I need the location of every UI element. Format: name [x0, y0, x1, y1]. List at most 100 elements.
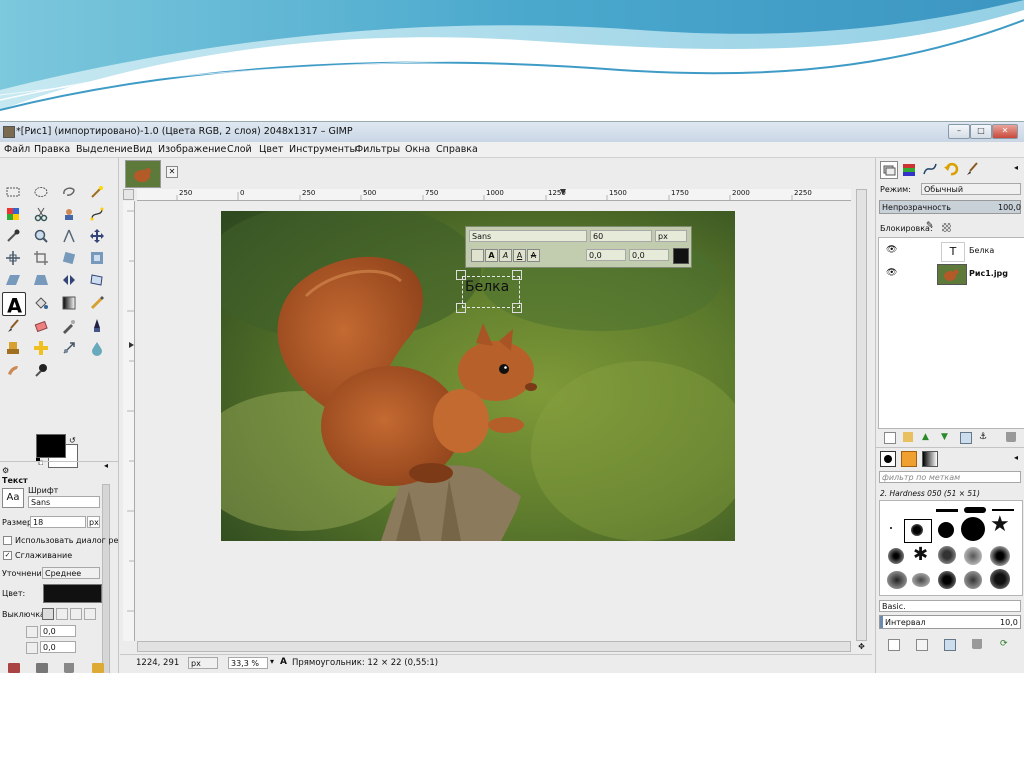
- use-editor-checkbox[interactable]: [3, 536, 12, 545]
- handle-bottom-left[interactable]: [456, 303, 466, 313]
- brush-item[interactable]: [990, 569, 1010, 589]
- canvas-text-layer[interactable]: Белка: [465, 279, 509, 295]
- brush-item[interactable]: [888, 548, 904, 564]
- brush-tab-icon[interactable]: [964, 161, 980, 177]
- select-by-color-icon[interactable]: [5, 206, 21, 222]
- brush-grid[interactable]: ★ ✱: [879, 500, 1023, 596]
- font-preview[interactable]: Aa: [2, 488, 24, 508]
- italic-icon[interactable]: A: [499, 249, 512, 262]
- brush-item[interactable]: [964, 571, 982, 589]
- delete-options-icon[interactable]: [64, 663, 74, 673]
- fuzzy-select-icon[interactable]: [89, 184, 105, 200]
- zoom-dropdown-icon[interactable]: ▾: [270, 657, 274, 666]
- ink-icon[interactable]: [89, 318, 105, 334]
- brush-item[interactable]: [938, 546, 956, 564]
- measure-icon[interactable]: [61, 228, 77, 244]
- visibility-eye-icon[interactable]: 👁: [886, 245, 897, 255]
- size-input[interactable]: 18: [30, 516, 86, 528]
- menu-file[interactable]: Файл: [4, 144, 30, 155]
- refresh-brushes-icon[interactable]: ⟳: [1000, 639, 1010, 649]
- rotate-icon[interactable]: [61, 250, 77, 266]
- layers-tab-icon[interactable]: [880, 161, 898, 179]
- undo-history-tab-icon[interactable]: [943, 161, 959, 177]
- font-family-input[interactable]: Sans: [469, 230, 587, 242]
- brush-preset-input[interactable]: Basic.: [879, 600, 1021, 612]
- foreground-select-icon[interactable]: [61, 206, 77, 222]
- perspective-clone-icon[interactable]: [61, 340, 77, 356]
- clear-style-icon[interactable]: [471, 249, 484, 262]
- brush-item[interactable]: [992, 509, 1014, 511]
- font-input[interactable]: Sans: [28, 496, 100, 508]
- duplicate-brush-icon[interactable]: [944, 639, 956, 651]
- menu-windows[interactable]: Окна: [405, 144, 430, 155]
- size-unit-select[interactable]: px: [655, 230, 687, 242]
- options-scrollbar[interactable]: [102, 484, 110, 673]
- tab-close-icon[interactable]: ✕: [166, 166, 178, 178]
- baseline-input[interactable]: 0,0: [586, 249, 626, 261]
- dock-menu-icon[interactable]: ◂: [1014, 163, 1018, 172]
- dodge-burn-icon[interactable]: [33, 362, 49, 378]
- menu-image[interactable]: Изображение: [158, 144, 226, 155]
- font-size-input[interactable]: 60: [590, 230, 652, 242]
- unit-select[interactable]: px: [188, 657, 218, 669]
- kerning-input[interactable]: 0,0: [629, 249, 669, 261]
- mode-select[interactable]: Обычный: [921, 183, 1021, 195]
- smudge-icon[interactable]: [5, 362, 21, 378]
- brush-item[interactable]: [938, 571, 956, 589]
- horizontal-scrollbar[interactable]: [137, 641, 851, 652]
- tool-options-tab-icon[interactable]: ⚙: [2, 466, 9, 475]
- shear-icon[interactable]: [5, 272, 21, 288]
- maximize-button[interactable]: □: [970, 124, 992, 139]
- antialias-checkbox[interactable]: ✓: [3, 551, 12, 560]
- new-brush-icon[interactable]: [916, 639, 928, 651]
- brush-item[interactable]: [961, 517, 985, 541]
- bold-icon[interactable]: A: [485, 249, 498, 262]
- menu-colors[interactable]: Цвет: [259, 144, 283, 155]
- align-icon[interactable]: [5, 250, 21, 266]
- brush-item[interactable]: ✱: [913, 544, 928, 565]
- spacing-slider[interactable]: Интервал 10,0: [879, 615, 1021, 629]
- brush-item[interactable]: [964, 507, 986, 513]
- eraser-icon[interactable]: [33, 318, 49, 334]
- duplicate-layer-icon[interactable]: [960, 432, 972, 444]
- delete-layer-icon[interactable]: [1006, 432, 1016, 442]
- line-spacing-input[interactable]: 0,0: [40, 641, 76, 653]
- image-tab-thumbnail[interactable]: [125, 160, 161, 188]
- crop-icon[interactable]: [33, 250, 49, 266]
- foreground-color-swatch[interactable]: [36, 434, 66, 458]
- layer-row[interactable]: 👁 T Белка: [879, 240, 1024, 262]
- panel-menu-icon[interactable]: ◂: [104, 461, 108, 470]
- brush-filter-input[interactable]: фильтр по меткам: [879, 471, 1021, 483]
- lock-pixels-icon[interactable]: ✎: [926, 221, 934, 231]
- brush-item[interactable]: [936, 509, 958, 512]
- gradient-icon[interactable]: [61, 295, 77, 311]
- save-options-icon[interactable]: [8, 663, 20, 673]
- menu-select[interactable]: Выделение: [76, 144, 133, 155]
- paths-tab-icon[interactable]: [922, 161, 938, 177]
- navigate-icon[interactable]: ✥: [856, 642, 867, 652]
- anchor-layer-icon[interactable]: ⚓: [979, 432, 989, 442]
- brush-item[interactable]: [887, 571, 907, 589]
- heal-icon[interactable]: [33, 340, 49, 356]
- brush-item[interactable]: [964, 547, 982, 565]
- menu-tools[interactable]: Инструменты: [289, 144, 357, 155]
- perspective-icon[interactable]: [33, 272, 49, 288]
- color-picker-icon[interactable]: [5, 228, 21, 244]
- menu-view[interactable]: Вид: [133, 144, 152, 155]
- reset-options-icon[interactable]: [92, 663, 104, 673]
- quick-mask-corner[interactable]: [123, 189, 134, 200]
- free-select-icon[interactable]: [61, 184, 77, 200]
- brush-item[interactable]: [911, 524, 923, 536]
- gradients-tab-icon[interactable]: [922, 451, 938, 467]
- brush-item[interactable]: [912, 573, 930, 587]
- brushes-tab-icon[interactable]: [880, 451, 896, 467]
- restore-options-icon[interactable]: [36, 663, 48, 673]
- raise-layer-icon[interactable]: ▲: [922, 432, 932, 442]
- handle-bottom-right[interactable]: [512, 303, 522, 313]
- vertical-scrollbar[interactable]: [856, 189, 867, 641]
- text-color-swatch[interactable]: [673, 248, 689, 264]
- paths-icon[interactable]: [89, 206, 105, 222]
- new-layer-group-icon[interactable]: [903, 432, 913, 442]
- zoom-icon[interactable]: [33, 228, 49, 244]
- brush-dock-menu-icon[interactable]: ◂: [1014, 453, 1018, 462]
